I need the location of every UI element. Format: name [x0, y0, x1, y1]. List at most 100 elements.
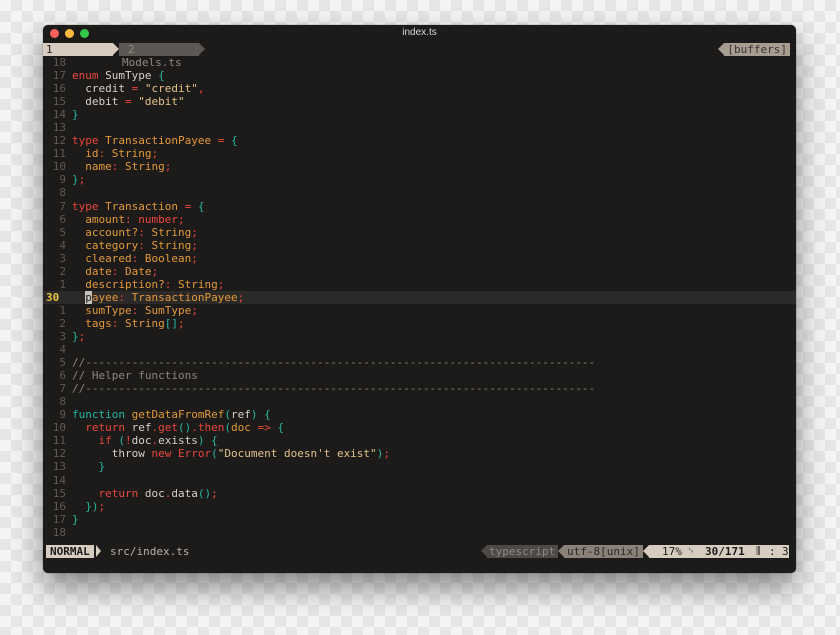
- code-line[interactable]: 18: [43, 56, 796, 69]
- line-text: sumType: SumType;: [85, 303, 198, 317]
- line-number: 4: [59, 343, 66, 357]
- line-text: id: String;: [85, 147, 159, 161]
- code-line[interactable]: 16 });: [43, 500, 796, 513]
- tab-models-ts[interactable]: 2 Models.ts: [119, 43, 199, 69]
- code-line[interactable]: 10 name: String;: [43, 160, 796, 173]
- line-number: 16: [52, 82, 66, 96]
- status-line: NORMAL src/index.ts typescript utf-8[uni…: [43, 545, 796, 558]
- line-number: 2: [59, 316, 66, 330]
- code-line[interactable]: 7 type Transaction = {: [43, 200, 796, 213]
- code-line[interactable]: 1 description?: String;: [43, 278, 796, 291]
- line-text: credit = "credit",: [72, 82, 205, 96]
- buffers-indicator[interactable]: [buffers]: [724, 43, 790, 56]
- line-text: };: [72, 329, 86, 343]
- code-line[interactable]: 9 function getDataFromRef(ref) {: [43, 408, 796, 421]
- column-separator: :: [769, 545, 776, 558]
- line-number: 13: [52, 460, 66, 474]
- line-text: function getDataFromRef(ref) {: [72, 408, 271, 422]
- code-line[interactable]: 12 type TransactionPayee = {: [43, 134, 796, 147]
- code-line[interactable]: 12 throw new Error("Document doesn't exi…: [43, 447, 796, 460]
- line-text: description?: String;: [85, 277, 225, 291]
- line-number: 17: [52, 69, 66, 83]
- line-number: 11: [52, 147, 66, 161]
- code-line[interactable]: 15 debit = "debit": [43, 95, 796, 108]
- code-line[interactable]: 14}: [43, 108, 796, 121]
- filetype-indicator: typescript: [487, 545, 559, 558]
- code-line[interactable]: 4 category: String;: [43, 239, 796, 252]
- code-line[interactable]: 1 sumType: SumType;: [43, 304, 796, 317]
- code-line[interactable]: 11 id: String;: [43, 147, 796, 160]
- line-number: 9: [59, 173, 66, 187]
- line-number: 3: [59, 329, 66, 343]
- line-number: 10: [52, 421, 66, 435]
- line-number: 17: [52, 512, 66, 526]
- code-line[interactable]: 2 date: Date;: [43, 265, 796, 278]
- code-line[interactable]: 5 account?: String;: [43, 226, 796, 239]
- code-line[interactable]: 17 enum SumType {: [43, 69, 796, 82]
- line-number: 12: [52, 447, 66, 461]
- line-number: 30: [46, 290, 60, 304]
- code-line[interactable]: 11 if (!doc.exists) {: [43, 434, 796, 447]
- tab-separator-icon: [199, 43, 205, 55]
- code-line[interactable]: 17}: [43, 513, 796, 526]
- mode-indicator: NORMAL: [46, 545, 94, 558]
- window-title: index.ts: [402, 27, 437, 38]
- cursor-position: 17% ␊ 30/171 ⫼ : 3: [649, 545, 789, 558]
- editor-window: index.ts 2 Models.ts 1 index.ts [buffers…: [43, 25, 796, 573]
- line-text: name: String;: [85, 160, 172, 174]
- code-line[interactable]: 7 //-------------------------------------…: [43, 382, 796, 395]
- line-number: 6: [59, 212, 66, 226]
- line-text: }: [72, 108, 79, 122]
- code-line[interactable]: 3 cleared: Boolean;: [43, 252, 796, 265]
- code-line[interactable]: 9};: [43, 173, 796, 186]
- code-line[interactable]: 5 //-------------------------------------…: [43, 356, 796, 369]
- title-bar: index.ts: [43, 25, 796, 42]
- code-line[interactable]: 13: [43, 121, 796, 134]
- line-number: 10: [52, 160, 66, 174]
- line-text: payee: TransactionPayee;: [85, 290, 245, 304]
- code-line[interactable]: 8: [43, 186, 796, 199]
- line-number: 5: [59, 356, 66, 370]
- code-line[interactable]: 18: [43, 526, 796, 539]
- code-line[interactable]: 8: [43, 395, 796, 408]
- line-text: //--------------------------------------…: [72, 356, 596, 370]
- line-number: 18: [52, 56, 66, 69]
- code-line[interactable]: 3};: [43, 330, 796, 343]
- line-number: 5: [59, 225, 66, 239]
- code-line[interactable]: 13 }: [43, 460, 796, 473]
- code-line[interactable]: 15 return doc.data();: [43, 487, 796, 500]
- line-number: 9: [59, 408, 66, 422]
- code-line[interactable]: 6 amount: number;: [43, 213, 796, 226]
- line-text: };: [72, 173, 86, 187]
- code-line[interactable]: 2 tags: String[];: [43, 317, 796, 330]
- code-area[interactable]: 18 17 enum SumType {16 credit = "credit", 1…: [43, 56, 796, 539]
- line-text: cleared: Boolean;: [85, 251, 198, 265]
- line-text: amount: number;: [85, 212, 185, 226]
- line-text: enum SumType {: [72, 69, 165, 83]
- line-number: 1: [59, 303, 66, 317]
- line-number: 18: [52, 525, 66, 539]
- code-line[interactable]: 14: [43, 474, 796, 487]
- line-number: 16: [52, 499, 66, 513]
- tab-line: 2 Models.ts 1 index.ts [buffers]: [43, 43, 796, 69]
- code-line[interactable]: 4: [43, 343, 796, 356]
- code-line[interactable]: 16 credit = "credit",: [43, 82, 796, 95]
- tab-index-ts[interactable]: 1 index.ts: [43, 43, 113, 69]
- buffers-separator-icon: [718, 43, 724, 55]
- line-number: 14: [52, 108, 66, 122]
- line-number: 7: [59, 382, 66, 396]
- line-number: 13: [52, 121, 66, 135]
- text-cursor: p: [85, 290, 92, 304]
- code-line[interactable]: 6 // Helper functions: [43, 369, 796, 382]
- scroll-percent: 17%: [662, 545, 682, 558]
- mode-separator-icon: [96, 545, 101, 557]
- line-text: return doc.data();: [98, 486, 218, 500]
- line-number: 8: [59, 395, 66, 409]
- line-text: type TransactionPayee = {: [72, 134, 238, 148]
- code-line-current[interactable]: 30 payee: TransactionPayee;: [43, 290, 796, 304]
- line-text: }: [98, 460, 106, 474]
- line-number: 2: [59, 264, 66, 278]
- line-text: category: String;: [85, 238, 198, 252]
- line-number: 12: [52, 134, 66, 148]
- code-line[interactable]: 10 return ref.get().then(doc => {: [43, 421, 796, 434]
